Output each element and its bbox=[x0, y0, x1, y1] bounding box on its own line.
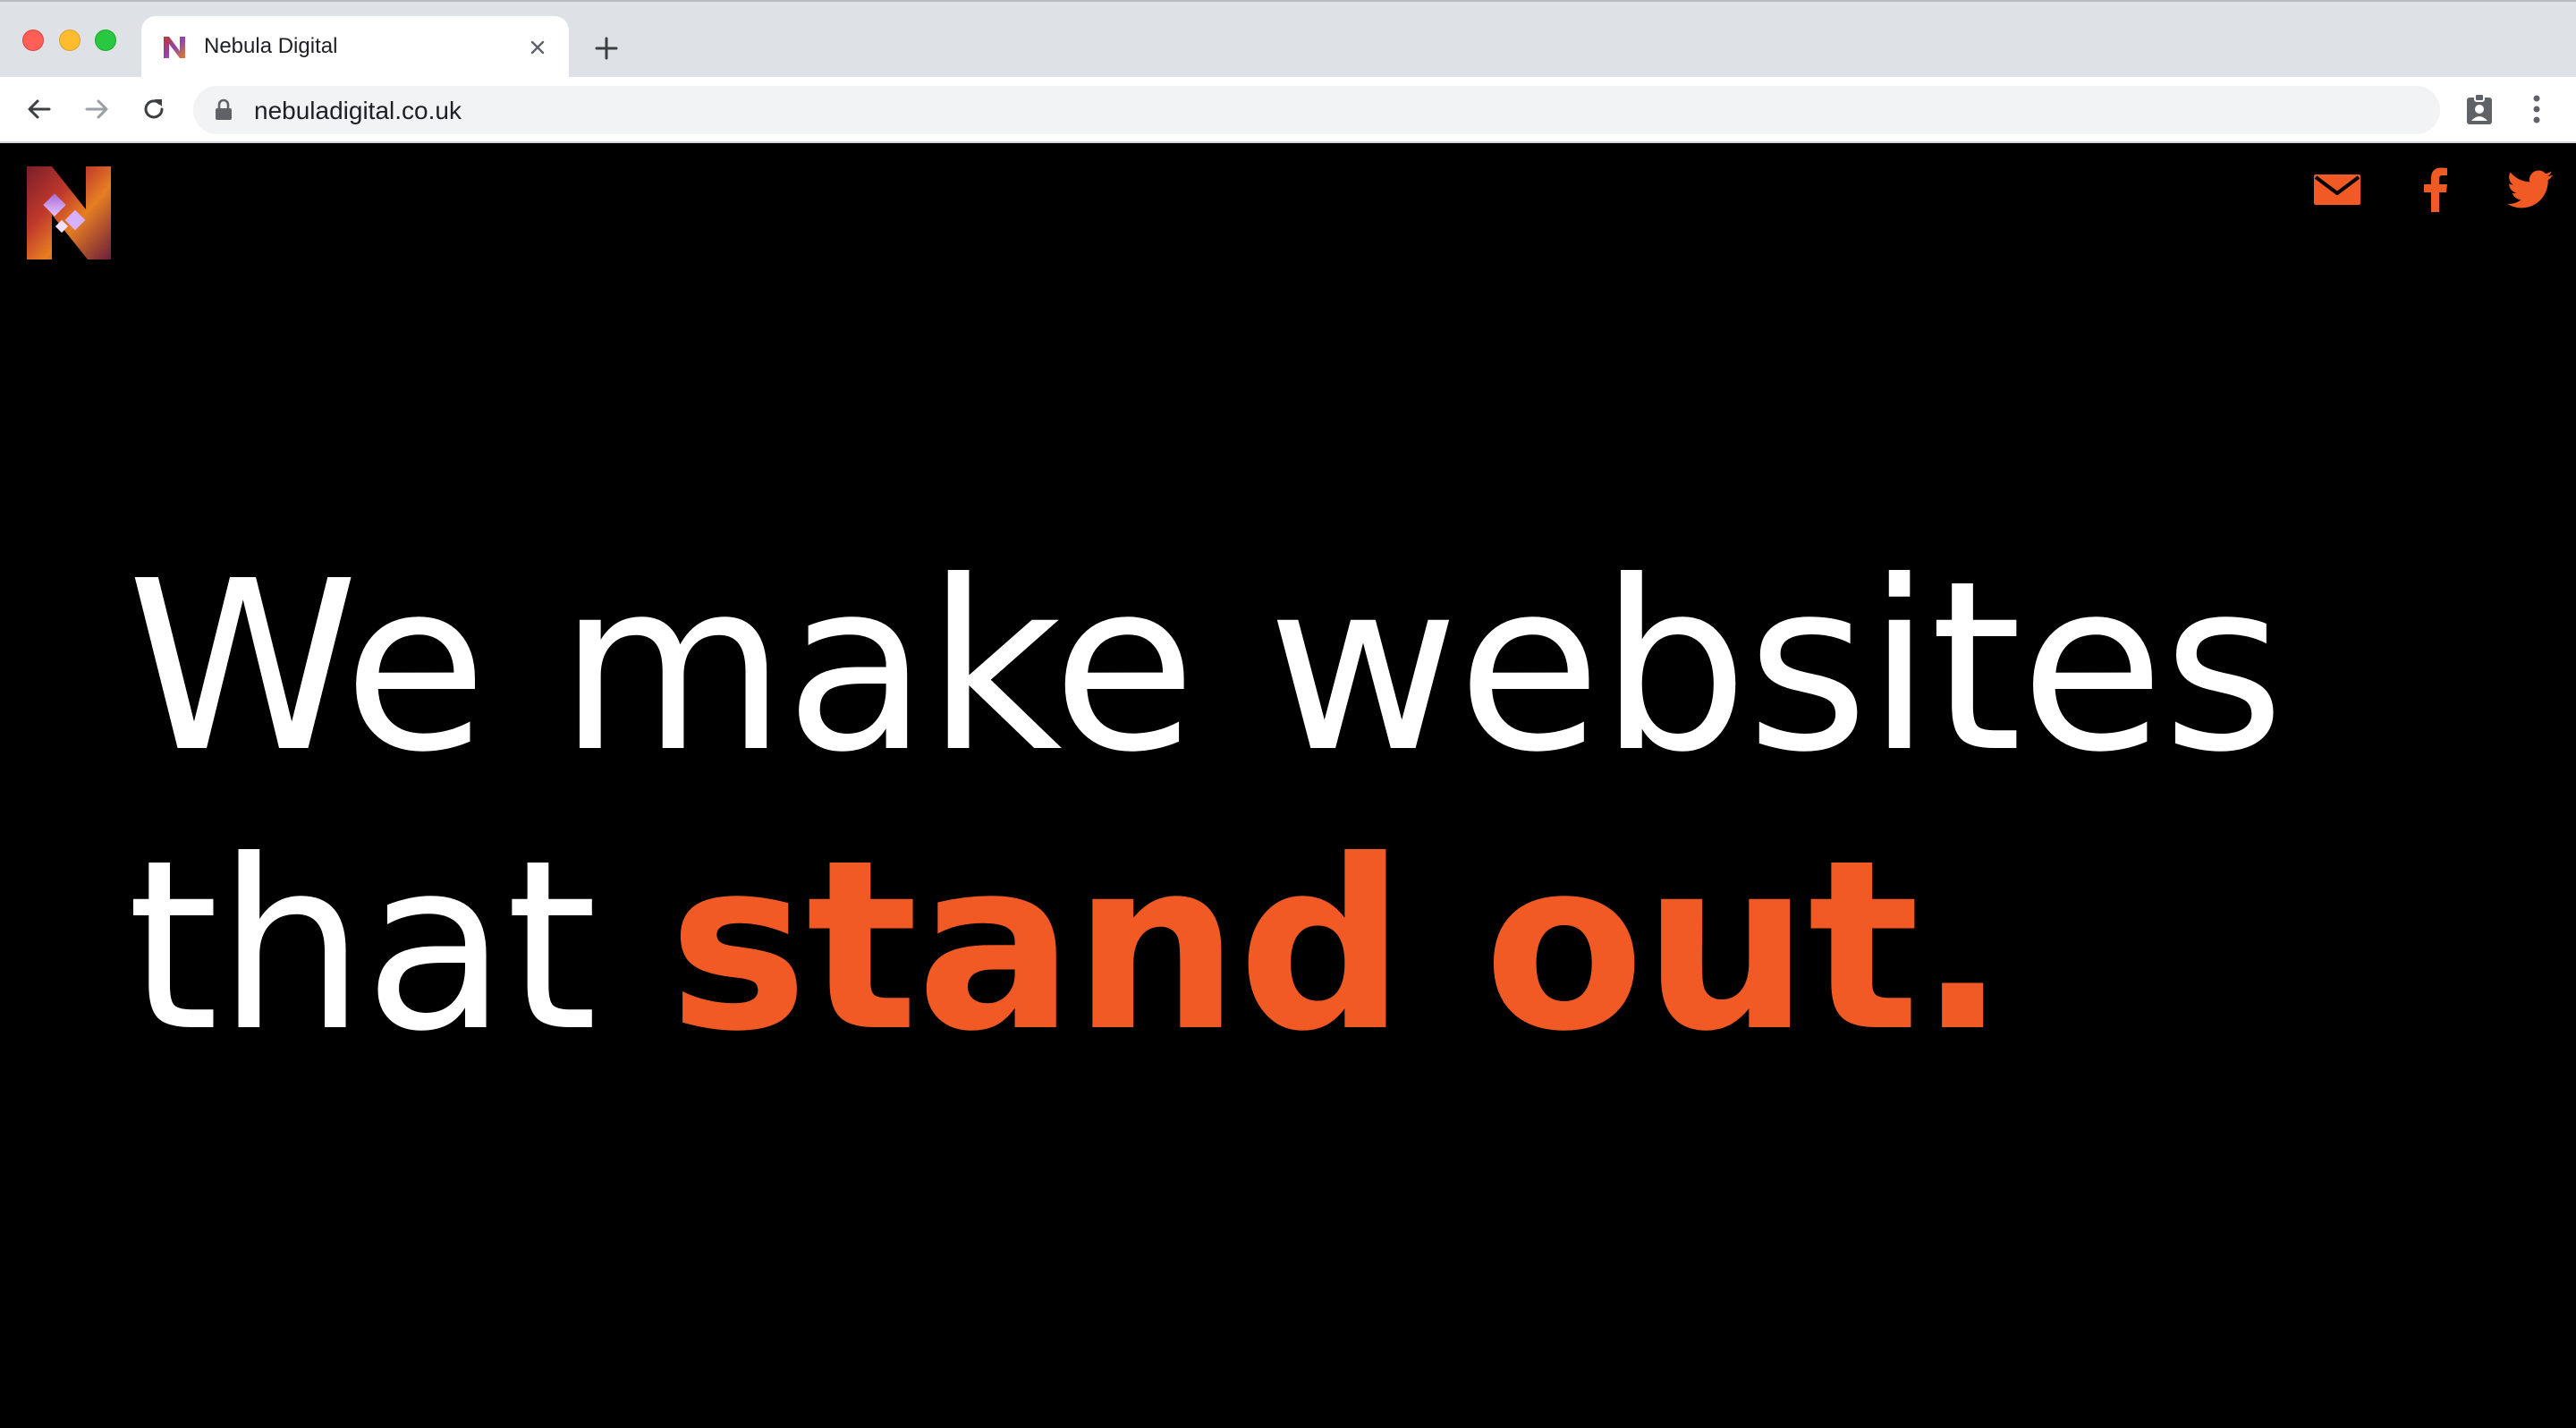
address-bar[interactable]: nebuladigital.co.uk bbox=[193, 86, 2440, 134]
hero-line-2-prefix: that bbox=[127, 810, 597, 1083]
mail-icon[interactable] bbox=[2311, 166, 2363, 213]
lock-icon[interactable] bbox=[213, 98, 234, 122]
browser-tabstrip: Nebula Digital bbox=[0, 0, 2576, 79]
maximize-window-button[interactable] bbox=[95, 30, 116, 51]
forward-arrow-icon[interactable] bbox=[79, 91, 114, 127]
profile-badge-icon[interactable] bbox=[2462, 89, 2497, 129]
page-viewport: We make websites that stand out. bbox=[0, 143, 2576, 1428]
browser-tab[interactable]: Nebula Digital bbox=[141, 16, 569, 79]
minimize-window-button[interactable] bbox=[59, 30, 80, 51]
browser-toolbar: nebuladigital.co.uk bbox=[0, 77, 2576, 143]
hero-headline: We make websites that stand out. bbox=[127, 528, 2453, 1086]
hero-line-1: We make websites bbox=[127, 531, 2284, 803]
twitter-icon[interactable] bbox=[2504, 166, 2556, 213]
back-arrow-icon[interactable] bbox=[21, 91, 57, 127]
facebook-icon[interactable] bbox=[2410, 166, 2462, 213]
nebula-logo-icon[interactable] bbox=[25, 166, 113, 259]
nebula-favicon-icon bbox=[164, 37, 185, 58]
tab-close-icon[interactable] bbox=[524, 34, 551, 61]
tab-title: Nebula Digital bbox=[204, 34, 338, 58]
hero-accent-text: stand out. bbox=[668, 810, 2007, 1083]
hero-line-2: that stand out. bbox=[127, 807, 2453, 1086]
close-window-button[interactable] bbox=[22, 30, 44, 51]
url-text[interactable]: nebuladigital.co.uk bbox=[254, 97, 462, 125]
browser-menu-icon[interactable] bbox=[2519, 89, 2555, 129]
new-tab-icon[interactable] bbox=[590, 32, 623, 64]
reload-icon[interactable] bbox=[136, 91, 172, 127]
